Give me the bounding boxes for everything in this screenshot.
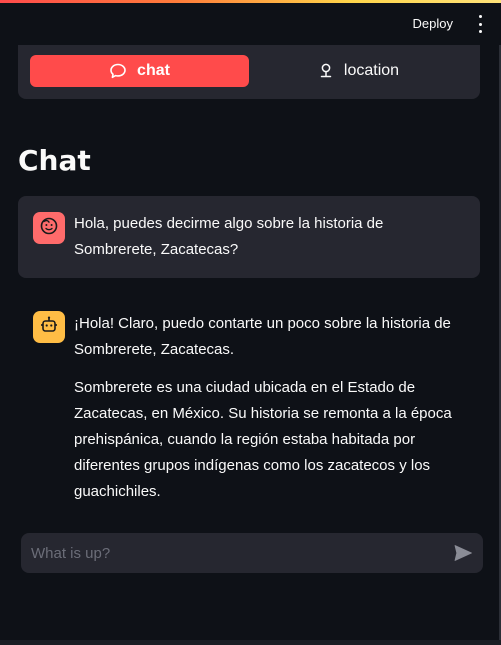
send-icon[interactable]	[453, 543, 473, 563]
tab-bar: chat location	[18, 45, 480, 99]
assistant-avatar	[33, 311, 65, 343]
assistant-message: ¡Hola! Claro, puedo contarte un poco sob…	[74, 311, 464, 517]
robot-icon	[39, 315, 59, 340]
more-menu-icon[interactable]	[475, 15, 485, 33]
chat-input-container	[21, 533, 483, 573]
map-pin-icon	[318, 62, 334, 80]
user-message-text: Hola, puedes decirme algo sobre la histo…	[74, 215, 384, 258]
page-title: Chat	[18, 144, 91, 177]
bottom-border	[0, 640, 501, 645]
face-icon	[39, 216, 59, 241]
user-avatar	[33, 212, 65, 244]
assistant-message-paragraph: ¡Hola! Claro, puedo contarte un poco sob…	[74, 315, 451, 358]
chat-bubble-icon	[109, 62, 127, 80]
user-message: Hola, puedes decirme algo sobre la histo…	[18, 196, 480, 278]
chat-input[interactable]	[21, 533, 441, 573]
tab-chat[interactable]: chat	[30, 55, 249, 87]
tab-location[interactable]: location	[249, 55, 468, 87]
tab-location-label: location	[343, 62, 400, 79]
deploy-button[interactable]: Deploy	[413, 16, 453, 31]
app-header: Deploy	[0, 3, 501, 45]
tab-chat-label: chat	[137, 62, 170, 79]
assistant-message-paragraph: Sombrerete es una ciudad ubicada en el E…	[74, 379, 452, 500]
